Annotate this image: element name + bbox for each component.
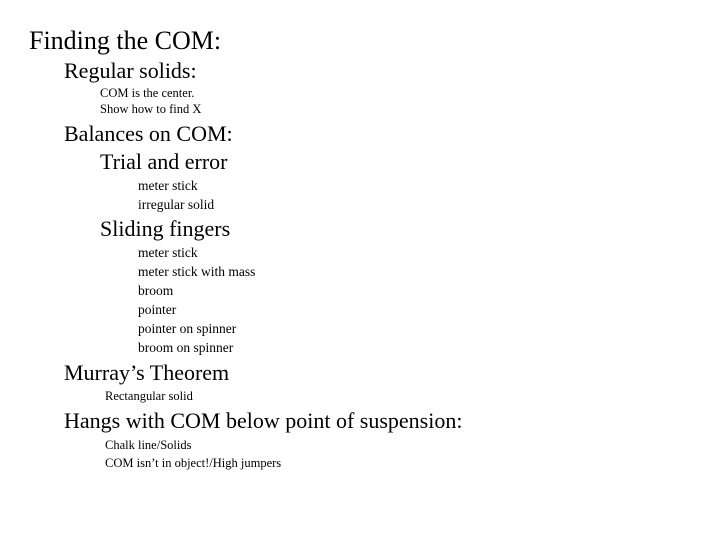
heading-regular-solids: Regular solids: — [64, 58, 197, 83]
slide-canvas: Finding the COM: Regular solids: COM is … — [0, 0, 720, 540]
list-item-sliding-broom-on-spinner: broom on spinner — [138, 340, 234, 355]
note-rectangular-solid: Rectangular solid — [105, 389, 193, 403]
subheading-sliding-fingers: Sliding fingers — [100, 216, 231, 241]
heading-murrays-theorem: Murray’s Theorem — [64, 360, 230, 385]
slide-title: Finding the COM: — [29, 26, 222, 55]
list-item-sliding-broom: broom — [138, 283, 174, 298]
note-com-isnt-in-object: COM isn’t in object!/High jumpers — [105, 456, 282, 470]
subheading-trial-and-error: Trial and error — [100, 149, 228, 174]
note-com-is-the-center: COM is the center. — [100, 86, 195, 100]
list-item-sliding-meter-stick-with-mass: meter stick with mass — [138, 264, 256, 279]
list-item-trial-meter-stick: meter stick — [138, 178, 198, 193]
note-show-how-to-find-x: Show how to find X — [100, 102, 202, 116]
heading-balances-on-com: Balances on COM: — [64, 121, 233, 146]
list-item-sliding-meter-stick: meter stick — [138, 245, 198, 260]
list-item-sliding-pointer-on-spinner: pointer on spinner — [138, 321, 237, 336]
list-item-sliding-pointer: pointer — [138, 302, 177, 317]
list-item-trial-irregular-solid: irregular solid — [138, 197, 215, 212]
note-chalk-line-solids: Chalk line/Solids — [105, 438, 192, 452]
heading-hangs-with-com: Hangs with COM below point of suspension… — [64, 408, 463, 433]
